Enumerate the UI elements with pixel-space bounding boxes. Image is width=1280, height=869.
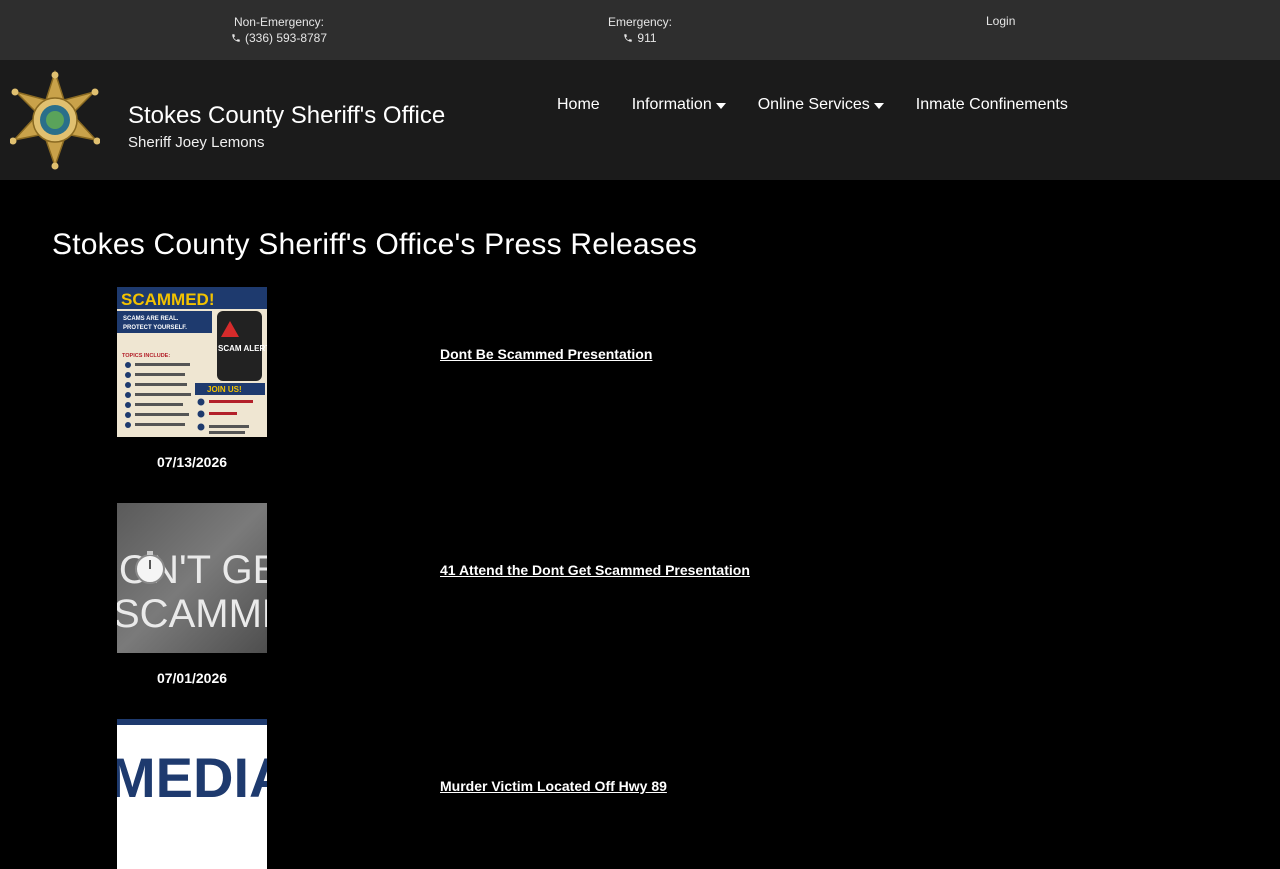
nav-information-label: Information [631, 96, 712, 113]
non-emergency-phone-number: (336) 593-8787 [244, 31, 328, 45]
non-emergency-contact: Non-Emergency: (336) 593-8787 [228, 14, 330, 46]
press-release-date: 07/13/2026 [156, 454, 228, 470]
phone-icon [231, 33, 241, 43]
sheriff-badge-logo[interactable] [9, 69, 101, 170]
phone-icon [623, 33, 633, 43]
press-release-title-link[interactable]: Murder Victim Located Off Hwy 89 [440, 778, 667, 794]
nav-home[interactable]: Home [557, 96, 600, 114]
emergency-phone-number: 911 [637, 31, 657, 45]
site-header: Stokes County Sheriff's Office Sheriff J… [0, 60, 1280, 180]
login-link[interactable]: Login [986, 14, 1015, 28]
press-release-date: 07/01/2026 [156, 670, 228, 686]
nav-inmate-confinements[interactable]: Inmate Confinements [916, 96, 1068, 114]
caret-down-icon [873, 102, 884, 109]
emergency-contact: Emergency: 911 [604, 14, 676, 46]
press-release-title-link[interactable]: Dont Be Scammed Presentation [440, 346, 652, 362]
non-emergency-label: Non-Emergency: [233, 15, 325, 29]
nav-online-services[interactable]: Online Services [758, 96, 884, 114]
nav-online-services-label: Online Services [757, 96, 870, 113]
sheriff-name: Sheriff Joey Lemons [128, 134, 265, 151]
emergency-phone-row[interactable]: 911 [604, 30, 676, 46]
thumb-text: TOPICS INCLUDE: [122, 353, 170, 359]
emergency-label: Emergency: [607, 15, 673, 29]
thumb-text: SCAMME [117, 592, 267, 636]
press-release-item: ON'T GE SCAMME 07/01/2026 [117, 503, 267, 686]
caret-down-icon [715, 102, 726, 109]
press-release-item: SCAMMED! SCAMS ARE REAL. PROTECT YOURSEL… [117, 287, 267, 470]
page-title: Stokes County Sheriff's Office's Press R… [52, 228, 698, 261]
nav-information[interactable]: Information [632, 96, 726, 114]
press-release-item: MEDIA [117, 719, 267, 869]
top-contact-bar: Non-Emergency: (336) 593-8787 Emergency:… [0, 0, 1280, 60]
press-release-thumbnail[interactable]: ON'T GE SCAMME [117, 503, 267, 653]
press-release-thumbnail[interactable]: MEDIA [117, 719, 267, 869]
thumb-text: SCAM ALERT [218, 344, 267, 353]
thumb-text: JOIN US! [207, 385, 242, 394]
thumb-text: SCAMMED! [121, 290, 215, 309]
non-emergency-phone-row[interactable]: (336) 593-8787 [228, 30, 330, 46]
press-release-thumbnail[interactable]: SCAMMED! SCAMS ARE REAL. PROTECT YOURSEL… [117, 287, 267, 437]
nav-home-label: Home [557, 96, 600, 113]
site-title[interactable]: Stokes County Sheriff's Office [128, 102, 445, 130]
press-release-title-link[interactable]: 41 Attend the Dont Get Scammed Presentat… [440, 562, 750, 578]
thumb-text: PROTECT YOURSELF. [123, 325, 187, 331]
nav-inmate-confinements-label: Inmate Confinements [915, 96, 1068, 113]
main-nav: Home Information Online Services Inmate … [557, 96, 1068, 114]
thumb-text: SCAMS ARE REAL. [123, 316, 179, 322]
